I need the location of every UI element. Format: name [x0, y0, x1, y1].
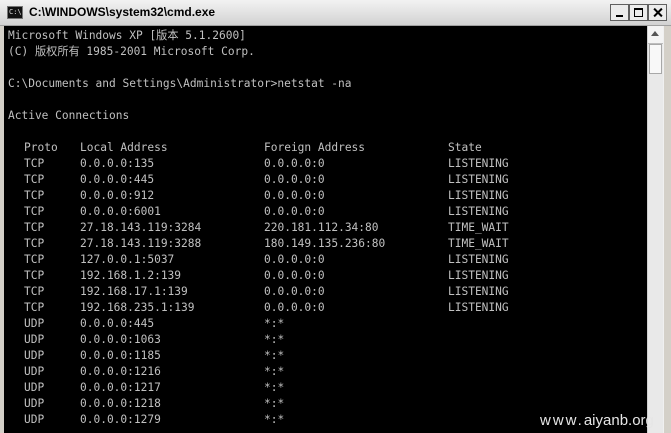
- row-foreign-address: *:*: [264, 349, 285, 362]
- row-proto: UDP: [24, 317, 45, 330]
- scroll-thumb[interactable]: [649, 44, 662, 74]
- row-proto: TCP: [24, 269, 45, 282]
- row-proto: TCP: [24, 237, 45, 250]
- row-foreign-address: 0.0.0.0:0: [264, 253, 325, 266]
- row-proto: TCP: [24, 221, 45, 234]
- row-foreign-address: 0.0.0.0:0: [264, 173, 325, 186]
- command-prompt: C:\Documents and Settings\Administrator>…: [8, 77, 352, 90]
- window-frame-right: [663, 26, 671, 433]
- row-local-address: 0.0.0.0:135: [80, 157, 155, 170]
- window-title: C:\WINDOWS\system32\cmd.exe: [29, 5, 216, 19]
- watermark-text: aiyanb.org: [583, 412, 654, 429]
- minimize-button[interactable]: [610, 4, 629, 21]
- row-foreign-address: *:*: [264, 381, 285, 394]
- row-foreign-address: 180.149.135.236:80: [264, 237, 386, 250]
- row-foreign-address: *:*: [264, 333, 285, 346]
- cmd-window: C:\ C:\WINDOWS\system32\cmd.exe Microsof…: [0, 0, 671, 433]
- row-state: LISTENING: [448, 173, 509, 186]
- row-local-address: 0.0.0.0:445: [80, 173, 155, 186]
- console-output[interactable]: Microsoft Windows XP [版本 5.1.2600] (C) 版…: [4, 26, 647, 433]
- row-foreign-address: 0.0.0.0:0: [264, 205, 325, 218]
- os-banner: Microsoft Windows XP [版本 5.1.2600]: [8, 29, 246, 42]
- row-state: TIME_WAIT: [448, 221, 509, 234]
- cmd-icon[interactable]: C:\: [7, 6, 23, 19]
- row-proto: TCP: [24, 301, 45, 314]
- row-proto: TCP: [24, 253, 45, 266]
- title-bar[interactable]: C:\ C:\WINDOWS\system32\cmd.exe: [0, 0, 671, 26]
- row-proto: TCP: [24, 285, 45, 298]
- row-proto: TCP: [24, 189, 45, 202]
- row-local-address: 0.0.0.0:1279: [80, 413, 161, 426]
- row-proto: TCP: [24, 157, 45, 170]
- row-proto: UDP: [24, 365, 45, 378]
- row-foreign-address: 0.0.0.0:0: [264, 269, 325, 282]
- row-state: LISTENING: [448, 205, 509, 218]
- row-local-address: 27.18.143.119:3288: [80, 237, 202, 250]
- row-proto: UDP: [24, 413, 45, 426]
- row-state: LISTENING: [448, 285, 509, 298]
- row-state: LISTENING: [448, 157, 509, 170]
- close-button[interactable]: [648, 4, 667, 21]
- row-foreign-address: 0.0.0.0:0: [264, 301, 325, 314]
- vertical-scrollbar[interactable]: [647, 26, 663, 433]
- row-foreign-address: *:*: [264, 413, 285, 426]
- row-proto: UDP: [24, 333, 45, 346]
- header-local-address: Local Address: [80, 141, 168, 154]
- header-proto: Proto: [24, 141, 58, 154]
- row-local-address: 192.168.235.1:139: [80, 301, 195, 314]
- row-local-address: 0.0.0.0:1218: [80, 397, 161, 410]
- row-proto: TCP: [24, 173, 45, 186]
- row-local-address: 127.0.0.1:5037: [80, 253, 175, 266]
- row-local-address: 192.168.17.1:139: [80, 285, 188, 298]
- header-foreign-address: Foreign Address: [264, 141, 366, 154]
- row-foreign-address: 0.0.0.0:0: [264, 157, 325, 170]
- watermark-prefix: www.: [540, 412, 584, 429]
- section-title: Active Connections: [8, 109, 130, 122]
- row-foreign-address: *:*: [264, 317, 285, 330]
- watermark: www.aiyanb.org: [540, 412, 654, 429]
- row-proto: TCP: [24, 205, 45, 218]
- row-proto: UDP: [24, 397, 45, 410]
- row-state: LISTENING: [448, 189, 509, 202]
- row-proto: UDP: [24, 349, 45, 362]
- row-local-address: 0.0.0.0:1185: [80, 349, 161, 362]
- row-state: LISTENING: [448, 269, 509, 282]
- row-state: LISTENING: [448, 301, 509, 314]
- row-foreign-address: *:*: [264, 397, 285, 410]
- row-local-address: 0.0.0.0:445: [80, 317, 155, 330]
- row-local-address: 0.0.0.0:1216: [80, 365, 161, 378]
- row-foreign-address: *:*: [264, 365, 285, 378]
- row-state: TIME_WAIT: [448, 237, 509, 250]
- row-foreign-address: 0.0.0.0:0: [264, 189, 325, 202]
- row-local-address: 0.0.0.0:912: [80, 189, 155, 202]
- row-foreign-address: 0.0.0.0:0: [264, 285, 325, 298]
- row-local-address: 0.0.0.0:1063: [80, 333, 161, 346]
- scroll-up-arrow-icon[interactable]: [648, 26, 663, 44]
- row-proto: UDP: [24, 381, 45, 394]
- copyright-line: (C) 版权所有 1985-2001 Microsoft Corp.: [8, 45, 255, 58]
- row-state: LISTENING: [448, 253, 509, 266]
- table-header: Proto Local Address Foreign Address Stat…: [8, 140, 482, 156]
- row-local-address: 0.0.0.0:6001: [80, 205, 161, 218]
- row-local-address: 0.0.0.0:1217: [80, 381, 161, 394]
- header-state: State: [448, 141, 482, 154]
- row-local-address: 192.168.1.2:139: [80, 269, 182, 282]
- row-foreign-address: 220.181.112.34:80: [264, 221, 379, 234]
- row-local-address: 27.18.143.119:3284: [80, 221, 202, 234]
- maximize-button[interactable]: [629, 4, 648, 21]
